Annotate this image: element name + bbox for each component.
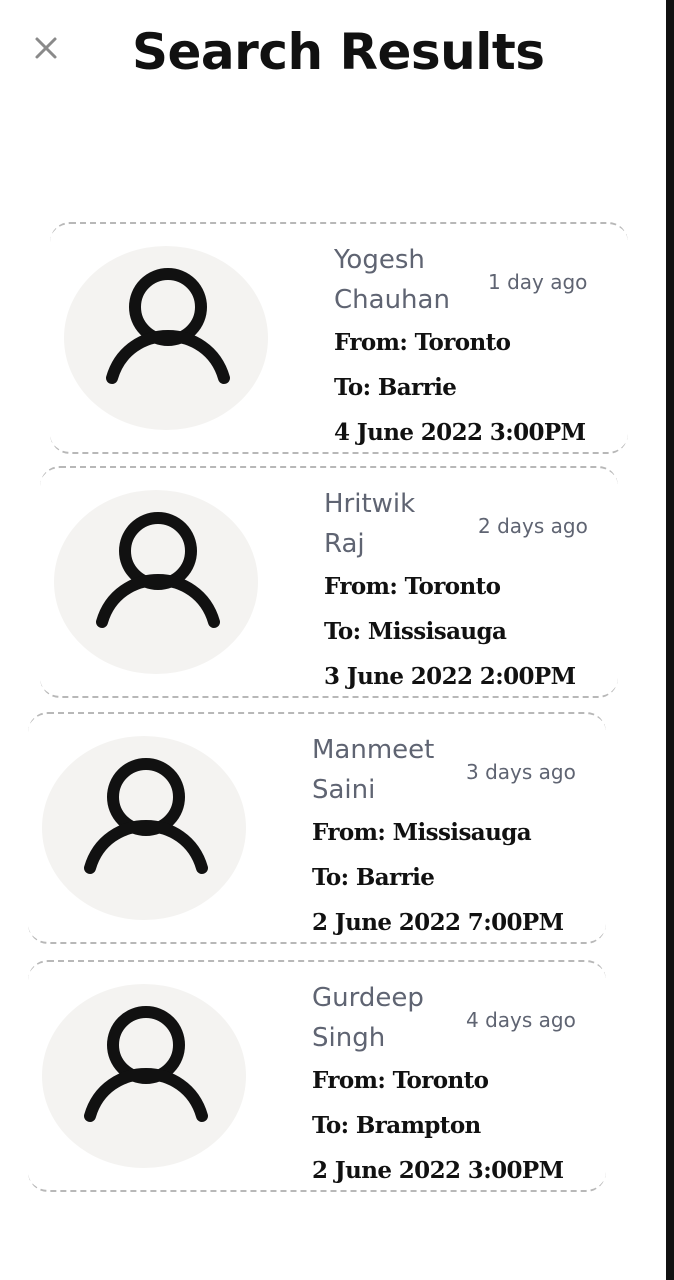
user-icon bbox=[84, 758, 208, 874]
user-first-name: Yogesh bbox=[334, 245, 425, 275]
ride-datetime: 2 June 2022 7:00PM bbox=[312, 909, 564, 936]
user-icon bbox=[96, 512, 220, 628]
avatar bbox=[42, 736, 246, 920]
time-ago: 1 day ago bbox=[488, 270, 588, 294]
user-last-name: Chauhan bbox=[334, 285, 450, 315]
to-location: To: Barrie bbox=[312, 864, 435, 891]
user-icon bbox=[106, 268, 230, 384]
user-last-name: Singh bbox=[312, 1023, 386, 1053]
from-location: From: Missisauga bbox=[312, 819, 532, 846]
from-location: From: Toronto bbox=[324, 573, 501, 600]
user-first-name: Hritwik bbox=[324, 489, 416, 519]
ride-datetime: 4 June 2022 3:00PM bbox=[334, 419, 586, 446]
ride-datetime: 3 June 2022 2:00PM bbox=[324, 663, 576, 690]
result-info: Yogesh Chauhan 1 day ago From: Toronto T… bbox=[334, 240, 624, 455]
close-icon bbox=[35, 37, 57, 59]
avatar bbox=[54, 490, 258, 674]
user-last-name: Saini bbox=[312, 775, 376, 805]
user-first-name: Manmeet bbox=[312, 735, 435, 765]
result-card[interactable]: Gurdeep Singh 4 days ago From: Toronto T… bbox=[28, 960, 606, 1192]
screen-edge bbox=[666, 0, 674, 1280]
to-location: To: Barrie bbox=[334, 374, 457, 401]
result-card[interactable]: Manmeet Saini 3 days ago From: Missisaug… bbox=[28, 712, 606, 944]
from-location: From: Toronto bbox=[334, 329, 511, 356]
close-button[interactable] bbox=[30, 30, 64, 64]
time-ago: 2 days ago bbox=[478, 514, 588, 538]
result-card[interactable]: Yogesh Chauhan 1 day ago From: Toronto T… bbox=[50, 222, 628, 454]
result-info: Manmeet Saini 3 days ago From: Missisaug… bbox=[312, 730, 602, 945]
user-first-name: Gurdeep bbox=[312, 983, 424, 1013]
user-last-name: Raj bbox=[324, 529, 365, 559]
result-info: Gurdeep Singh 4 days ago From: Toronto T… bbox=[312, 978, 602, 1193]
result-card[interactable]: Hritwik Raj 2 days ago From: Toronto To:… bbox=[40, 466, 618, 698]
from-location: From: Toronto bbox=[312, 1067, 489, 1094]
avatar bbox=[42, 984, 246, 1168]
to-location: To: Missisauga bbox=[324, 618, 507, 645]
ride-datetime: 2 June 2022 3:00PM bbox=[312, 1157, 564, 1184]
avatar bbox=[64, 246, 268, 430]
to-location: To: Brampton bbox=[312, 1112, 481, 1139]
page-title: Search Results bbox=[132, 23, 545, 81]
time-ago: 4 days ago bbox=[466, 1008, 576, 1032]
time-ago: 3 days ago bbox=[466, 760, 576, 784]
result-info: Hritwik Raj 2 days ago From: Toronto To:… bbox=[324, 484, 614, 699]
user-icon bbox=[84, 1006, 208, 1122]
